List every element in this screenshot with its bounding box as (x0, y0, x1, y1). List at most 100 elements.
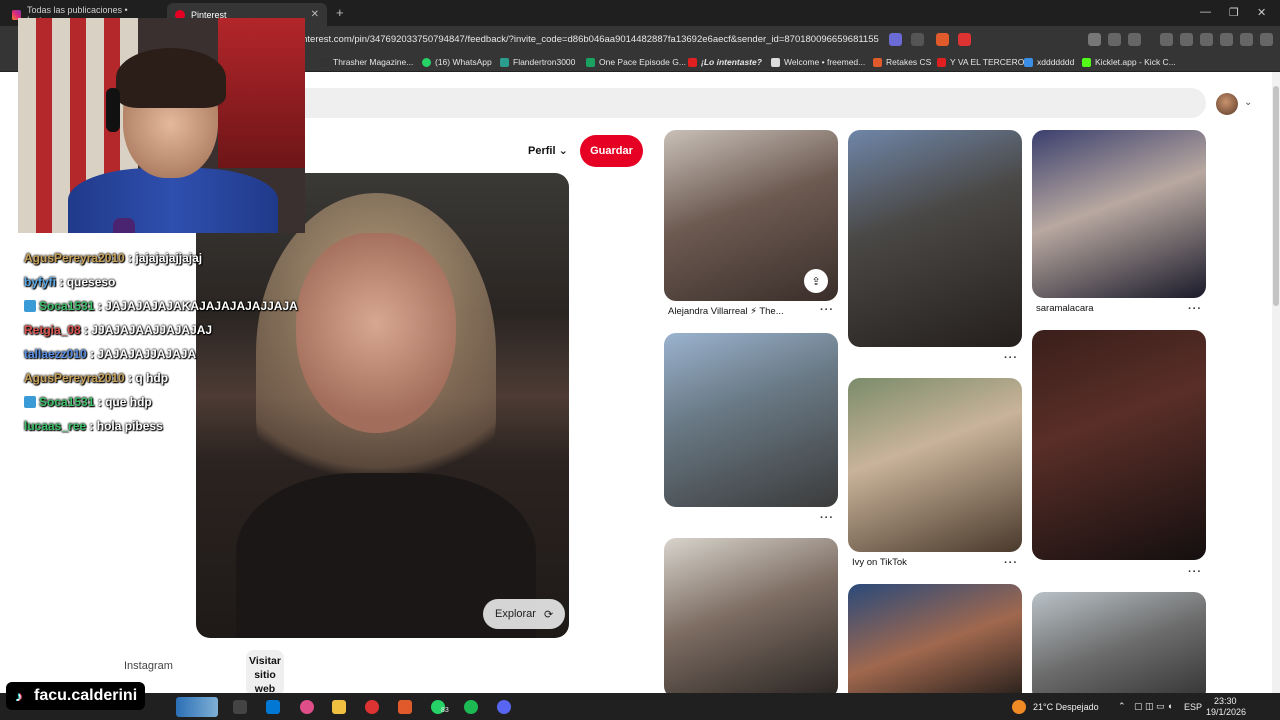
pin-image[interactable] (848, 378, 1022, 552)
chevron-down-icon: ⌄ (558, 145, 568, 157)
cast-icon[interactable] (889, 33, 902, 46)
bookmark-favicon (1024, 57, 1033, 67)
store-icon[interactable] (266, 700, 280, 714)
pin-image[interactable] (1032, 130, 1206, 298)
pin-image[interactable]: ⇪ (664, 130, 838, 301)
spotify-icon[interactable] (464, 700, 478, 714)
vpn-shield-icon[interactable] (1240, 33, 1253, 46)
more-options-icon[interactable]: ··· (820, 512, 834, 524)
stream-chat: AgusPereyra2010 : jajajajajjajaj byfyfi … (24, 246, 298, 438)
chevron-down-icon[interactable]: ⌄ (1244, 97, 1252, 108)
search-input[interactable] (200, 88, 1206, 118)
bookmark-item[interactable]: Kicklet.app - Kick C... (1082, 57, 1176, 67)
more-options-icon[interactable]: ··· (1188, 303, 1202, 315)
face-shape (296, 233, 456, 433)
share-icon[interactable]: ⇪ (804, 269, 828, 293)
tiktok-icon: ♪ (15, 688, 23, 704)
weather-text[interactable]: 21°C Despejado (1033, 702, 1099, 712)
pin-caption[interactable]: Alejandra Villarreal ⚡ The... (668, 306, 784, 317)
extensions-icon[interactable] (1108, 33, 1121, 46)
pin-image[interactable] (848, 584, 1022, 693)
close-window-button[interactable]: ✕ (1257, 6, 1266, 19)
discord-icon[interactable] (497, 700, 511, 714)
minimize-button[interactable]: — (1200, 6, 1211, 18)
bookmark-item[interactable]: xddddddd (1024, 57, 1074, 67)
bookmark-item[interactable]: Welcome • freemed... (771, 57, 865, 67)
bookmark-favicon (500, 57, 509, 67)
explore-button[interactable]: Explorar ⟳ (483, 599, 566, 629)
sidebar-icon[interactable] (1180, 33, 1193, 46)
bookmark-item[interactable]: Flandertron3000 (500, 57, 575, 67)
screenshot-icon[interactable] (1128, 33, 1141, 46)
chat-message: lucaas_ree : hola pibess (24, 419, 163, 433)
clock-time[interactable]: 23:30 (1214, 696, 1237, 706)
chat-message: AgusPereyra2010 : q hdp (24, 371, 169, 385)
bookmark-favicon (320, 57, 329, 67)
webcam-overlay (18, 18, 305, 233)
language-indicator[interactable]: ESP (1184, 702, 1202, 712)
kick-icon (1082, 57, 1091, 67)
pin-image[interactable] (664, 333, 838, 507)
pin-image[interactable] (848, 130, 1022, 347)
profile-dropdown[interactable]: Perfil ⌄ (528, 144, 568, 157)
url-field[interactable]: interest.com/pin/347692033750794847/feed… (300, 34, 879, 45)
weather-icon[interactable] (1012, 700, 1026, 714)
bookmark-item[interactable]: Thrasher Magazine... (320, 57, 413, 67)
share-icon[interactable] (911, 33, 924, 46)
close-tab-icon[interactable]: ✕ (311, 9, 319, 20)
avatar[interactable] (1216, 93, 1238, 115)
brave-rewards-icon[interactable] (958, 33, 971, 46)
subscriber-badge-icon (24, 300, 36, 312)
leo-icon[interactable] (1220, 33, 1233, 46)
pin-image[interactable] (664, 538, 838, 693)
task-view-icon[interactable] (233, 700, 247, 714)
scrollbar-thumb[interactable] (1273, 86, 1279, 306)
tiktok-handle-overlay: ♪ facu.calderini (6, 682, 146, 710)
pin-image[interactable] (1032, 592, 1206, 693)
more-options-icon[interactable]: ··· (1004, 557, 1018, 569)
bookmark-favicon (771, 57, 780, 67)
headset-shape (106, 88, 120, 132)
vpn-icon[interactable] (1088, 33, 1101, 46)
chat-message: byfyfi : queseso (24, 275, 116, 289)
youtube-icon (688, 57, 697, 67)
more-options-icon[interactable]: ··· (1004, 352, 1018, 364)
bookmark-item[interactable]: One Pace Episode G... (586, 57, 686, 67)
clock-date[interactable]: 19/1/2026 (1206, 707, 1246, 717)
chat-message: Soca1531 : que hdp (24, 390, 298, 414)
more-options-icon[interactable]: ··· (1188, 566, 1202, 578)
new-tab-button[interactable]: + (336, 5, 344, 20)
widgets-image[interactable] (176, 697, 218, 717)
bookmark-item[interactable]: ¡Lo intentaste? (688, 57, 762, 67)
music-icon[interactable] (1160, 33, 1173, 46)
bookmark-item[interactable]: Retakes CS (873, 57, 931, 67)
windows-taskbar: Buscar 83 21°C Despejado ⌃ ▢ ◫ ▭ ◖ ESP 2… (0, 693, 1280, 720)
obs-icon[interactable] (365, 700, 379, 714)
pin-caption[interactable]: Ivy on TikTok (852, 557, 907, 568)
visit-site-button[interactable]: Visitar sitio web (246, 650, 284, 693)
tiktok-handle: facu.calderini (34, 687, 138, 704)
menu-icon[interactable] (1260, 33, 1273, 46)
bookmark-item[interactable]: Y VA EL TERCERO (937, 57, 1024, 67)
bookmark-favicon (586, 57, 595, 67)
restore-button[interactable]: ❐ (1229, 6, 1239, 19)
background-cloth (218, 18, 305, 168)
pin-caption[interactable]: saramalacara (1036, 303, 1094, 314)
file-explorer-icon[interactable] (332, 700, 346, 714)
more-options-icon[interactable]: ··· (820, 304, 834, 316)
brave-icon[interactable] (398, 700, 412, 714)
brave-shield-icon[interactable] (936, 33, 949, 46)
chat-message: Retgia_08 : JJAJAJAAJJAJAJAJ (24, 323, 213, 337)
bookmark-item[interactable]: (16) WhatsApp (422, 57, 492, 67)
app-icon[interactable] (300, 700, 314, 714)
chat-message: tallaezz010 : JAJAJAJJAJAJA (24, 347, 197, 361)
chat-message: AgusPereyra2010 : jajajajajjajaj (24, 251, 203, 265)
wallet-icon[interactable] (1200, 33, 1213, 46)
save-button[interactable]: Guardar (580, 135, 643, 167)
visual-search-icon: ⟳ (543, 608, 554, 621)
chevron-up-icon[interactable]: ⌃ (1118, 701, 1126, 712)
tray-icons[interactable]: ▢ ◫ ▭ ◖ (1134, 701, 1172, 712)
bookmark-favicon (873, 57, 882, 67)
pin-image[interactable] (1032, 330, 1206, 560)
youtube-icon (937, 57, 946, 67)
